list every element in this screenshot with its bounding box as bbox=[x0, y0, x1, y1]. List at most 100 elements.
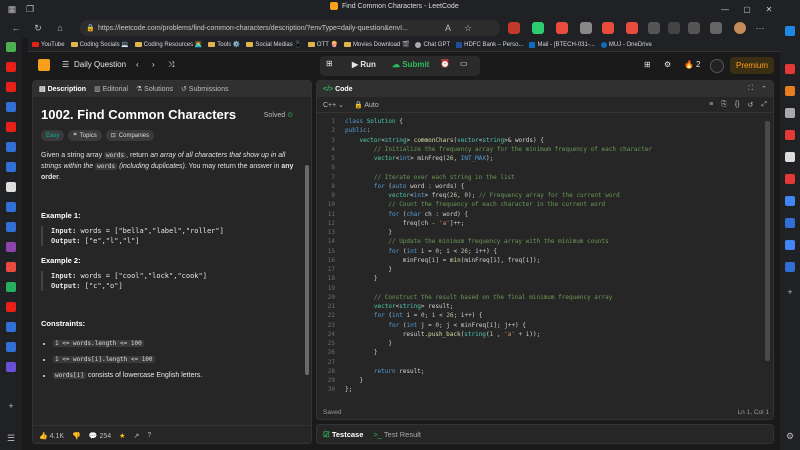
bookmark-item[interactable]: Coding Resources 👨‍💻 bbox=[134, 41, 202, 48]
edge-tab-icon[interactable] bbox=[6, 262, 16, 272]
premium-button[interactable]: Premium bbox=[730, 57, 774, 74]
code-line[interactable]: for (int i = 0; i < 26; i++) { bbox=[345, 311, 652, 320]
help-icon[interactable]: ? bbox=[147, 432, 151, 439]
google-icon[interactable] bbox=[785, 196, 795, 206]
code-line[interactable]: public: bbox=[345, 126, 652, 135]
edge-tab-icon[interactable] bbox=[6, 322, 16, 332]
collapse-panel-icon[interactable]: ⌃ bbox=[761, 85, 767, 93]
code-line[interactable]: minFreq[i] = min(minFreq[i], freq[i]); bbox=[345, 256, 652, 265]
code-line[interactable]: // Initialize the frequency array for th… bbox=[345, 145, 652, 154]
braces-icon[interactable]: {} bbox=[735, 101, 740, 109]
tab-list-icon[interactable]: ❐ bbox=[22, 1, 38, 17]
code-line[interactable]: // Construct the result based on the fin… bbox=[345, 293, 652, 302]
code-line[interactable]: }; bbox=[345, 385, 652, 394]
maximize-panel-icon[interactable]: ⛶ bbox=[748, 85, 753, 93]
close-window-icon[interactable]: ✕ bbox=[758, 0, 780, 18]
sidebar-settings-icon[interactable]: ☰ bbox=[3, 430, 19, 446]
browser-menu-icon[interactable]: ▦ bbox=[4, 1, 20, 17]
new-tab-icon[interactable]: + bbox=[3, 398, 19, 414]
code-line[interactable]: } bbox=[345, 274, 652, 283]
run-button[interactable]: ▶ Run bbox=[352, 60, 376, 69]
problem-list-icon[interactable]: ☰ bbox=[62, 60, 69, 69]
code-line[interactable]: // Update the minimum frequency array wi… bbox=[345, 237, 652, 246]
user-avatar[interactable] bbox=[710, 59, 724, 73]
minimize-icon[interactable]: — bbox=[714, 0, 736, 18]
collections-icon[interactable] bbox=[710, 22, 722, 34]
notes-icon[interactable]: ▭ bbox=[460, 59, 468, 68]
favorites-icon[interactable] bbox=[688, 22, 700, 34]
code-tab[interactable]: </> Code bbox=[323, 86, 353, 93]
prev-problem-icon[interactable]: ‹ bbox=[136, 60, 139, 69]
copilot-icon[interactable] bbox=[785, 26, 795, 36]
edge-tab-icon[interactable] bbox=[6, 342, 16, 352]
profile-avatar[interactable] bbox=[734, 22, 746, 34]
code-line[interactable]: } bbox=[345, 228, 652, 237]
edge-tab-icon[interactable] bbox=[6, 362, 16, 372]
bookmark-item[interactable]: Chat GPT bbox=[415, 41, 450, 48]
code-line[interactable] bbox=[345, 284, 652, 293]
description-scrollbar[interactable] bbox=[305, 165, 309, 375]
bookmark-item[interactable]: OTT 🍿 bbox=[307, 41, 338, 48]
code-line[interactable]: for (auto word : words) { bbox=[345, 182, 652, 191]
edge-tab-icon[interactable] bbox=[6, 42, 16, 52]
sidebar-app-icon[interactable] bbox=[785, 86, 795, 96]
code-line[interactable]: vector<int> freq(26, 0); // Frequency ar… bbox=[345, 191, 652, 200]
code-line[interactable] bbox=[345, 358, 652, 367]
edge-tab-icon[interactable] bbox=[6, 202, 16, 212]
edge-tab-icon[interactable] bbox=[6, 162, 16, 172]
code-scrollbar[interactable] bbox=[765, 121, 770, 361]
like-button[interactable]: 👍 4.1K bbox=[39, 432, 64, 440]
code-line[interactable]: for (int i = 0; i < 26; i++) { bbox=[345, 247, 652, 256]
code-line[interactable]: } bbox=[345, 348, 652, 357]
edge-tab-icon[interactable] bbox=[6, 282, 16, 292]
code-line[interactable]: // Count the frequency of each character… bbox=[345, 200, 652, 209]
testcase-tab[interactable]: ☑ Testcase bbox=[323, 430, 363, 439]
edge-tab-icon[interactable] bbox=[6, 222, 16, 232]
code-line[interactable]: class Solution { bbox=[345, 117, 652, 126]
autocomplete-toggle[interactable]: 🔒 Auto bbox=[354, 101, 379, 109]
extension-flag-icon[interactable] bbox=[602, 22, 614, 34]
bookmark-item[interactable]: Movies Download 🎬 bbox=[343, 41, 409, 48]
active-tab[interactable]: Find Common Characters - LeetCode bbox=[330, 2, 459, 10]
debug-icon[interactable]: ⊞ bbox=[326, 59, 333, 68]
code-editor[interactable]: 1 2 3 4 5 6 7 8 9 10 11 12 13 14 15 16 17 18 19 20 21 22 23 24 2… bbox=[317, 113, 773, 395]
tab-submissions[interactable]: ↺ Submissions bbox=[181, 85, 229, 93]
extension-red-icon[interactable] bbox=[508, 22, 520, 34]
translate-icon[interactable] bbox=[785, 240, 795, 250]
code-line[interactable]: } bbox=[345, 339, 652, 348]
code-line[interactable]: vector<int> minFreq(26, INT_MAX); bbox=[345, 154, 652, 163]
youtube-icon[interactable] bbox=[6, 62, 16, 72]
bookmark-item[interactable]: MUJ - OneDrive bbox=[600, 41, 652, 48]
bookmark-item[interactable]: Mail - [BTECH-031-... bbox=[529, 41, 595, 48]
edge-tab-icon[interactable] bbox=[6, 142, 16, 152]
bookmark-item[interactable]: YouTube bbox=[32, 42, 65, 48]
maximize-icon[interactable]: ▢ bbox=[736, 0, 758, 18]
next-problem-icon[interactable]: › bbox=[152, 60, 155, 69]
home-icon[interactable]: ⌂ bbox=[52, 20, 68, 36]
split-screen-icon[interactable] bbox=[668, 22, 680, 34]
reset-icon[interactable]: ↺ bbox=[748, 101, 754, 109]
edge-tab-icon[interactable] bbox=[6, 102, 16, 112]
more-menu-icon[interactable]: ⋯ bbox=[752, 20, 768, 36]
youtube-icon[interactable] bbox=[6, 122, 16, 132]
code-line[interactable]: vector<string> commonChars(vector<string… bbox=[345, 136, 652, 145]
sidebar-app-icon[interactable] bbox=[785, 218, 795, 228]
add-sidebar-app-icon[interactable]: + bbox=[782, 284, 798, 300]
back-icon[interactable]: ← bbox=[8, 20, 24, 36]
code-line[interactable]: } bbox=[345, 376, 652, 385]
code-line[interactable]: return result; bbox=[345, 367, 652, 376]
reload-icon[interactable]: ↻ bbox=[30, 20, 46, 36]
bookmark-item[interactable]: Tools ⚙️ bbox=[208, 41, 240, 48]
extension-pdf-icon[interactable] bbox=[556, 22, 568, 34]
leetcode-logo-icon[interactable] bbox=[38, 59, 50, 71]
bookmark-item[interactable]: HDFC Bank – Perso... bbox=[456, 41, 523, 48]
dislike-icon[interactable]: 👎 bbox=[72, 432, 81, 440]
code-line[interactable]: for (int j = 0; j < minFreq[i]; j++) { bbox=[345, 321, 652, 330]
companies-chip[interactable]: ⊡ Companies bbox=[105, 130, 155, 141]
bookmark-item[interactable]: Coding Socials 💻 bbox=[70, 41, 129, 48]
edge-tab-icon[interactable] bbox=[6, 182, 16, 192]
code-line[interactable]: // Iterate over each string in the list bbox=[345, 173, 652, 182]
difficulty-badge[interactable]: Easy bbox=[41, 130, 65, 141]
github-icon[interactable] bbox=[785, 152, 795, 162]
favorite-star-icon[interactable]: ★ bbox=[119, 432, 125, 440]
